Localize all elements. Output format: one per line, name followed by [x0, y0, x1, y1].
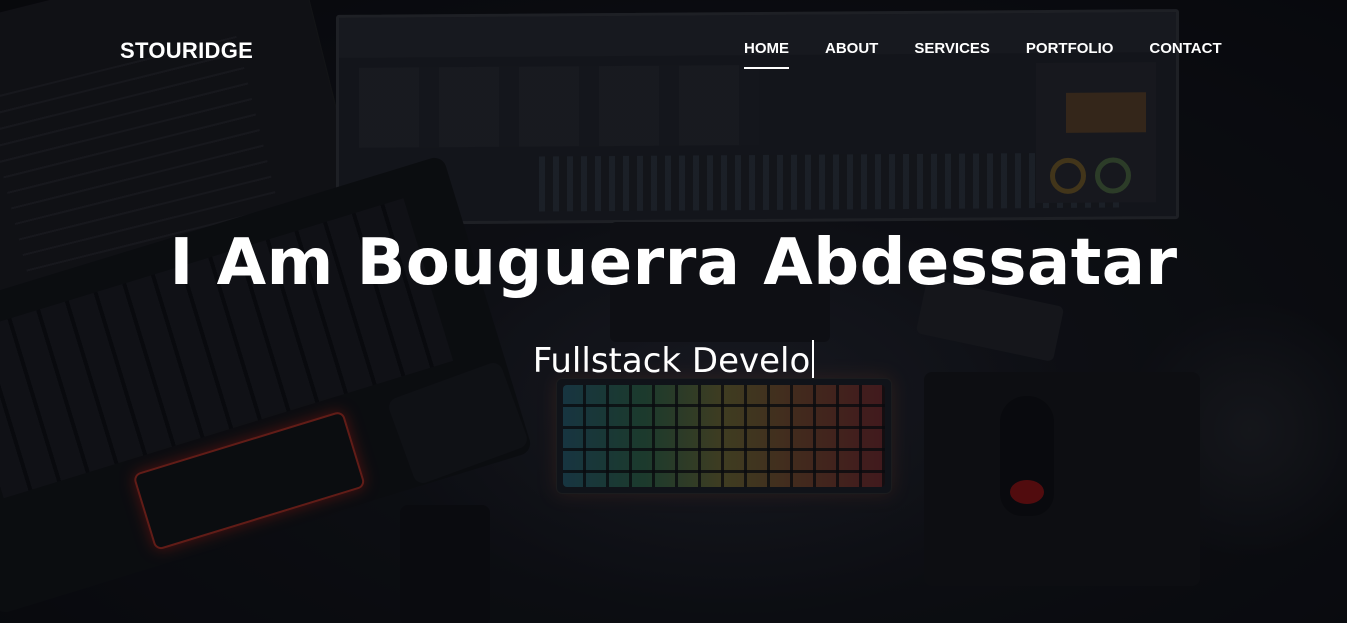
site-logo[interactable]: STOURIDGE — [120, 38, 253, 64]
hero-title: I Am Bouguerra Abdessatar — [169, 226, 1178, 300]
nav-item-about[interactable]: ABOUT — [825, 40, 878, 57]
nav-item-portfolio[interactable]: PORTFOLIO — [1026, 40, 1114, 57]
nav-item-contact[interactable]: CONTACT — [1149, 40, 1221, 57]
main-nav: HOME ABOUT SERVICES PORTFOLIO CONTACT — [744, 40, 1222, 69]
typed-text: Fullstack Develo — [532, 341, 811, 381]
site-header: STOURIDGE HOME ABOUT SERVICES PORTFOLIO … — [0, 0, 1347, 100]
typing-cursor — [812, 340, 815, 378]
nav-item-home[interactable]: HOME — [744, 40, 789, 69]
nav-item-services[interactable]: SERVICES — [914, 40, 990, 57]
hero-subtitle: Fullstack Develo — [0, 340, 1347, 381]
